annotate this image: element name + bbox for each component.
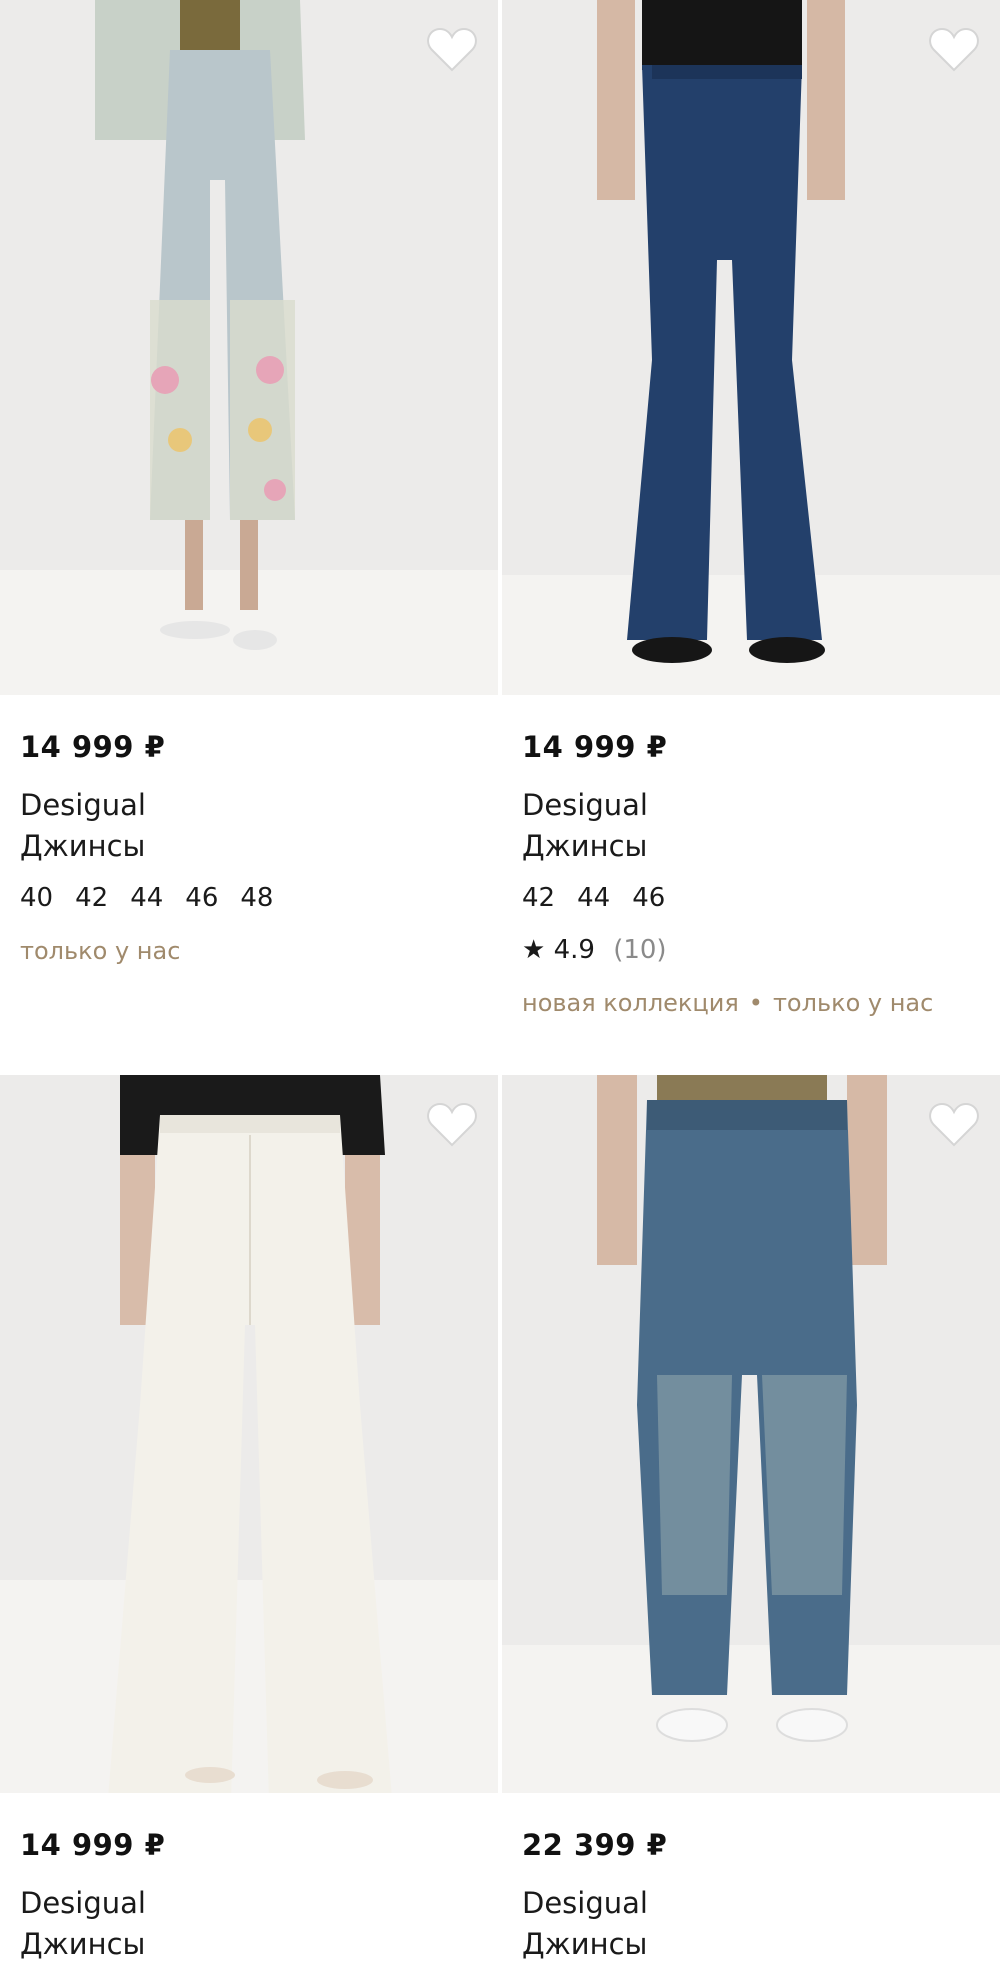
favorite-button[interactable] — [928, 26, 980, 74]
tag-exclusive: только у нас — [20, 937, 181, 965]
favorite-button[interactable] — [426, 1101, 478, 1149]
favorite-button[interactable] — [928, 1101, 980, 1149]
product-type: Джинсы — [20, 829, 146, 863]
jeans-photo-dark-flare — [502, 0, 1000, 695]
product-card[interactable]: 14 999 ₽ Desigual Джинсы — [0, 1075, 498, 1961]
product-brand: Desigual — [20, 1886, 146, 1920]
size-option: 42 — [522, 883, 556, 913]
size-option: 48 — [240, 883, 274, 913]
heart-outline-icon — [929, 1102, 979, 1147]
size-option: 40 — [20, 883, 54, 913]
size-option: 42 — [75, 883, 109, 913]
rating-value: 4.9 — [553, 935, 595, 965]
product-card[interactable]: 14 999 ₽ Desigual Джинсы 42 44 46 ★ 4.9 (1… — [502, 0, 1000, 1040]
favorite-button[interactable] — [426, 26, 478, 74]
size-list: 42 44 46 — [522, 883, 687, 913]
size-option: 44 — [130, 883, 164, 913]
product-photo[interactable] — [0, 1075, 498, 1793]
tag-separator: • — [748, 989, 763, 1017]
jeans-photo-washed-barrel — [502, 1075, 1000, 1793]
heart-outline-icon — [929, 27, 979, 72]
product-card[interactable]: 14 999 ₽ Desigual Джинсы 40 42 44 46 48 толь… — [0, 0, 498, 1040]
review-count: (10) — [613, 935, 667, 965]
tag-exclusive: только у нас — [772, 989, 934, 1017]
size-option: 46 — [185, 883, 219, 913]
product-tags: только у нас — [20, 937, 180, 965]
product-price: 14 999 ₽ — [522, 730, 668, 764]
product-type: Джинсы — [522, 1927, 648, 1961]
product-type: Джинсы — [522, 829, 648, 863]
product-photo[interactable] — [0, 0, 498, 695]
heart-outline-icon — [427, 27, 477, 72]
size-list: 40 42 44 46 48 — [20, 883, 295, 913]
jeans-photo-embroidered — [0, 0, 498, 695]
star-icon: ★ — [522, 935, 546, 965]
product-brand: Desigual — [20, 788, 146, 822]
product-brand: Desigual — [522, 1886, 648, 1920]
product-brand: Desigual — [522, 788, 648, 822]
product-price: 14 999 ₽ — [20, 730, 166, 764]
product-price: 14 999 ₽ — [20, 1828, 166, 1862]
product-photo[interactable] — [502, 1075, 1000, 1793]
product-price: 22 399 ₽ — [522, 1828, 668, 1862]
size-option: 44 — [577, 883, 611, 913]
product-tags: новая коллекция • только у нас — [522, 989, 933, 1017]
jeans-photo-white-wide — [0, 1075, 498, 1793]
tag-new-collection: новая коллекция — [522, 989, 739, 1017]
product-type: Джинсы — [20, 1927, 146, 1961]
product-grid: 14 999 ₽ Desigual Джинсы 40 42 44 46 48 толь… — [0, 0, 1000, 1961]
size-option: 46 — [632, 883, 666, 913]
product-rating: ★ 4.9 (10) — [522, 935, 667, 965]
product-photo[interactable] — [502, 0, 1000, 695]
heart-outline-icon — [427, 1102, 477, 1147]
product-card[interactable]: 22 399 ₽ Desigual Джинсы — [502, 1075, 1000, 1961]
